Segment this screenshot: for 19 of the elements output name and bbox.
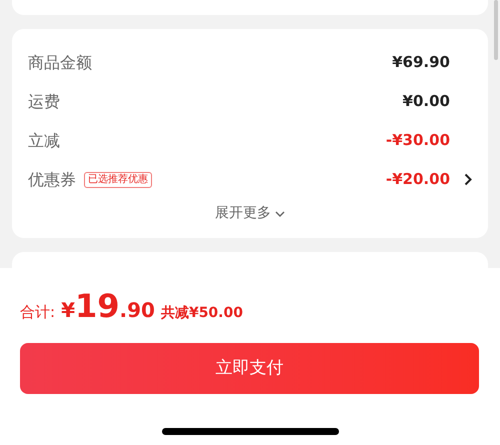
coupon-tag: 已选推荐优惠	[84, 172, 152, 188]
scrollbar	[494, 0, 498, 60]
total-label: 合计:	[20, 302, 56, 323]
row-amount: ¥0.00	[402, 91, 450, 112]
row-label: 立减	[28, 130, 60, 152]
row-amount: -¥30.00	[386, 130, 450, 152]
row-label: 商品金额	[28, 52, 92, 74]
row-amount: ¥69.90	[392, 52, 450, 74]
chevron-right-icon[interactable]	[464, 173, 472, 186]
row-label: 运费	[28, 90, 60, 112]
currency-symbol: ¥	[61, 297, 75, 324]
chevron-down-icon	[275, 210, 285, 216]
total-integer: 19	[74, 290, 120, 322]
row-amount: -¥20.00	[386, 169, 450, 190]
expand-more-button[interactable]: 展开更多	[215, 203, 285, 224]
pay-button[interactable]: 立即支付	[20, 343, 479, 394]
total-decimal: .90	[120, 297, 155, 324]
saved-amount: 共减¥50.00	[160, 304, 243, 323]
row-label: 优惠券	[28, 168, 76, 190]
